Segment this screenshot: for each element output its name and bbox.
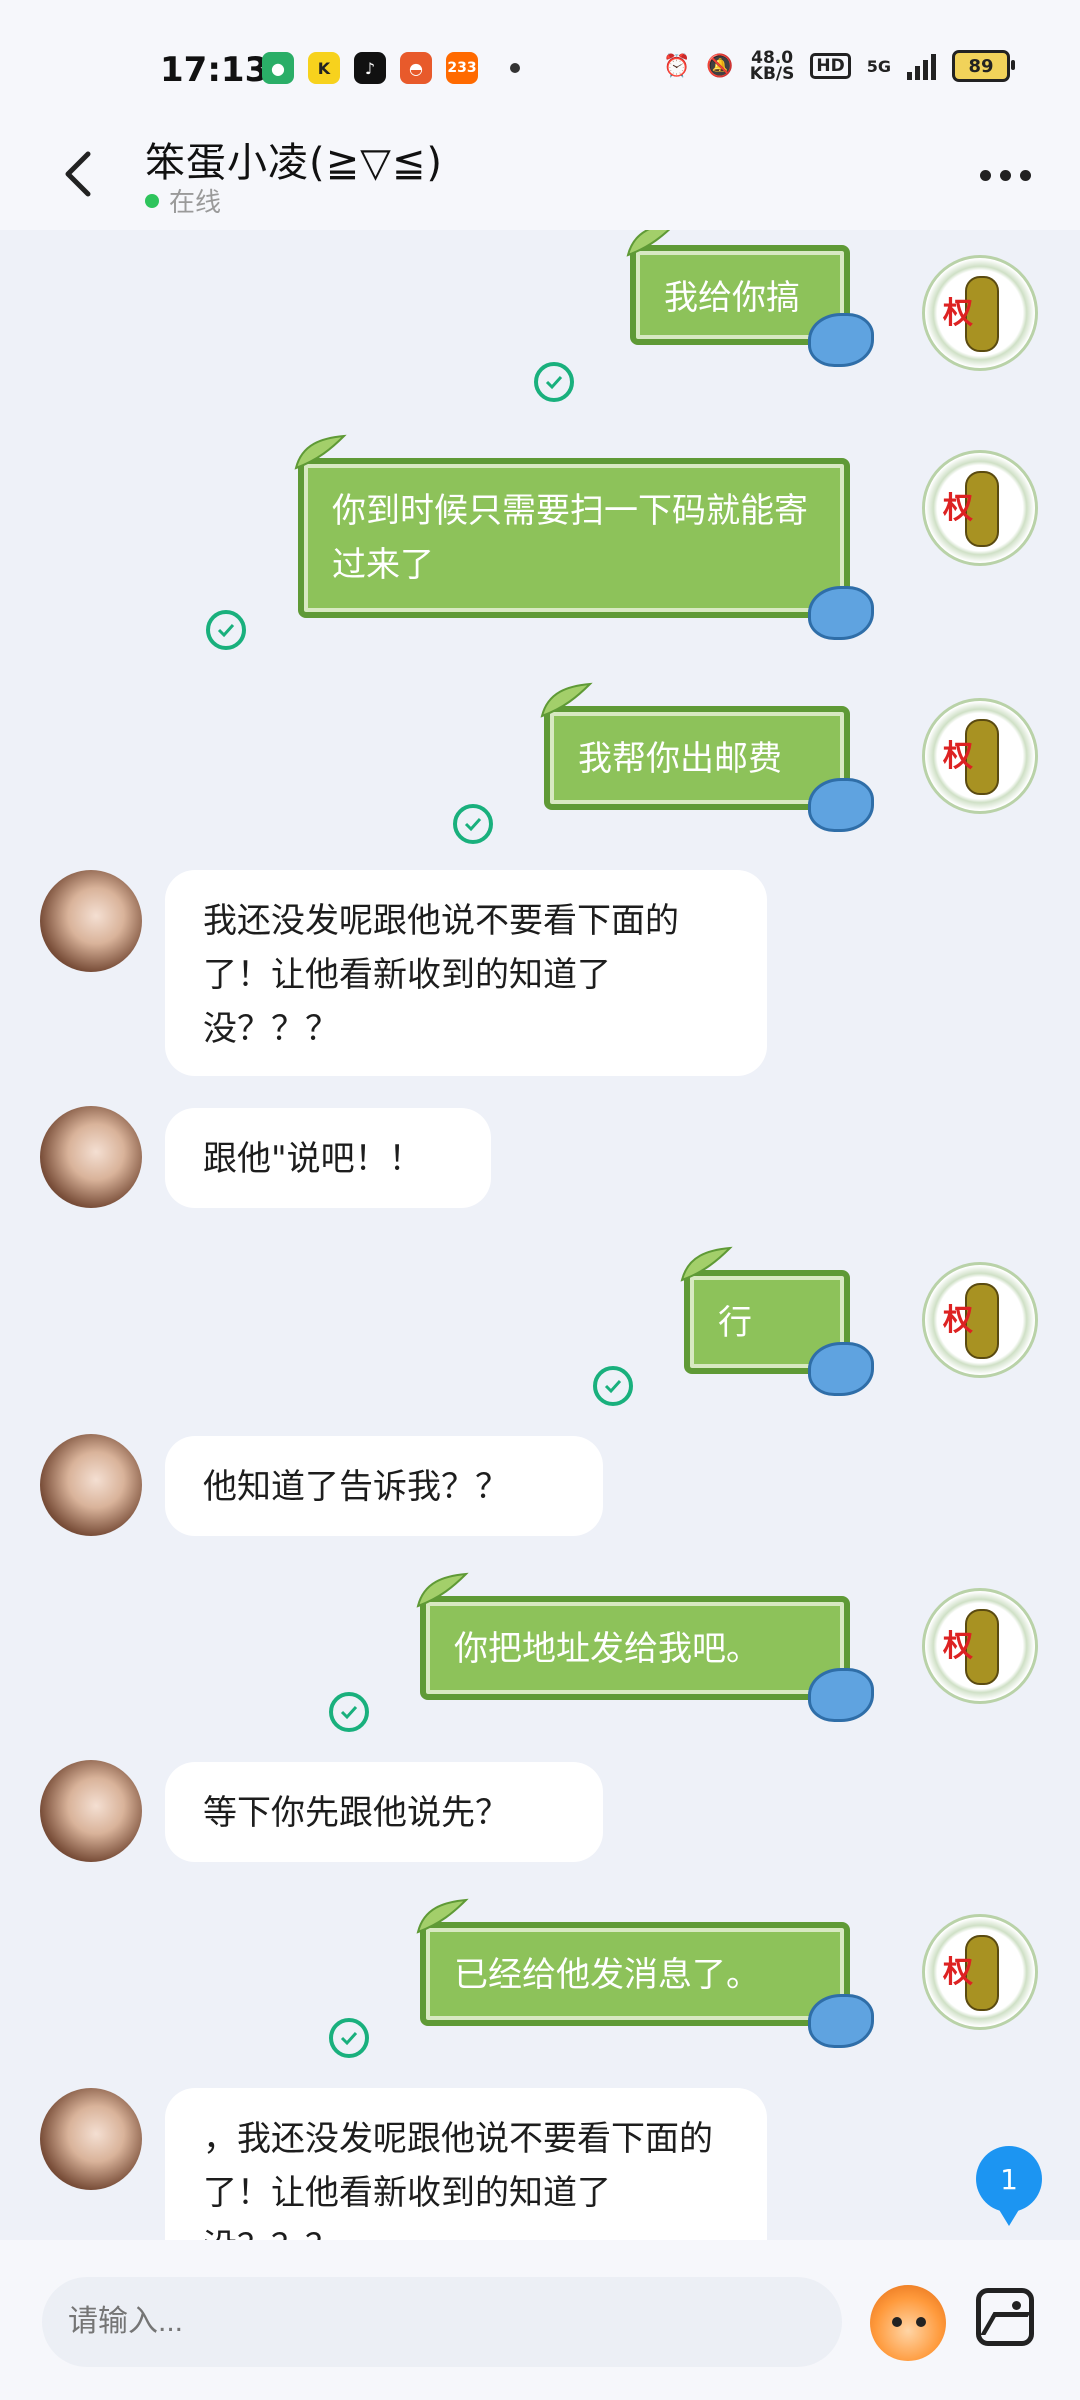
status-bar: 17:13 ● K ♪ ◓ 233 ⏰ 🔕 48.0 KB/S HD 5G 89 [0, 0, 1080, 130]
more-notifications-icon [510, 63, 520, 73]
read-check-icon [329, 2018, 369, 2058]
hd-icon: HD [810, 53, 851, 79]
message-bubble[interactable]: 跟他"说吧！！ [165, 1108, 491, 1208]
new-message-badge[interactable]: 1 [976, 2146, 1042, 2226]
message-bubble[interactable]: 你把地址发给我吧。 [416, 1572, 874, 1722]
message-bubble[interactable]: 行 [680, 1246, 874, 1396]
more-options-button[interactable] [970, 155, 1040, 195]
my-avatar[interactable]: 权 [922, 255, 1038, 371]
message-input[interactable] [42, 2277, 842, 2367]
my-avatar[interactable]: 权 [922, 1914, 1038, 2030]
contact-avatar[interactable] [40, 1434, 142, 1536]
online-dot-icon [145, 193, 159, 208]
system-icons: ⏰ 🔕 48.0 KB/S HD 5G 89 [662, 48, 1015, 84]
alarm-icon: ⏰ [662, 53, 691, 79]
notification-icons: ● K ♪ ◓ 233 [262, 52, 520, 84]
tiktok-icon: ♪ [354, 52, 386, 84]
read-check-icon [206, 610, 246, 650]
mute-icon: 🔕 [706, 53, 734, 79]
image-picker-icon[interactable] [976, 2288, 1034, 2346]
emoji-button[interactable] [870, 2285, 946, 2361]
chat-header: 笨蛋小凌(≧▽≦) 在线 [0, 130, 1080, 230]
battery-icon: 89 [952, 50, 1015, 82]
message-bubble[interactable]: 我帮你出邮费 [540, 682, 874, 832]
my-avatar[interactable]: 权 [922, 698, 1038, 814]
network-speed: 48.0 KB/S [749, 48, 795, 84]
contact-name[interactable]: 笨蛋小凌(≧▽≦) [145, 130, 443, 188]
read-check-icon [534, 362, 574, 402]
online-status: 在线 [145, 182, 221, 219]
back-button[interactable] [50, 144, 110, 204]
read-check-icon [453, 804, 493, 844]
my-avatar[interactable]: 权 [922, 1588, 1038, 1704]
contact-avatar[interactable] [40, 2088, 142, 2190]
chevron-left-icon [65, 151, 91, 197]
my-avatar[interactable]: 权 [922, 1262, 1038, 1378]
signal-icon [907, 52, 936, 80]
network-type: 5G [866, 56, 891, 76]
message-bubble[interactable]: 等下你先跟他说先？ [165, 1762, 603, 1862]
message-list[interactable]: 权 我给你搞 权 你到时候只需要扫一下码就能寄过来了 权 我帮你出邮费 我还没发… [0, 230, 1080, 2240]
my-avatar[interactable]: 权 [922, 450, 1038, 566]
message-bubble[interactable]: 他知道了告诉我？？ [165, 1436, 603, 1536]
read-check-icon [593, 1366, 633, 1406]
wechat-icon: ● [262, 52, 294, 84]
message-bubble[interactable]: ，我还没发呢跟他说不要看下面的了！让他看新收到的知道了没？？？ [165, 2088, 767, 2240]
app-233-icon: 233 [446, 52, 478, 84]
app-icon: K [308, 52, 340, 84]
message-bubble[interactable]: 我给你搞 [626, 230, 874, 367]
contact-avatar[interactable] [40, 870, 142, 972]
contact-avatar[interactable] [40, 1106, 142, 1208]
clock: 17:13 [160, 50, 269, 90]
game-icon: ◓ [400, 52, 432, 84]
message-bubble[interactable]: 你到时候只需要扫一下码就能寄过来了 [294, 434, 874, 640]
message-bubble[interactable]: 我还没发呢跟他说不要看下面的了！让他看新收到的知道了没？？？ [165, 870, 767, 1076]
input-bar [0, 2240, 1080, 2400]
read-check-icon [329, 1692, 369, 1732]
message-bubble[interactable]: 已经给他发消息了。 [416, 1898, 874, 2048]
contact-avatar[interactable] [40, 1760, 142, 1862]
